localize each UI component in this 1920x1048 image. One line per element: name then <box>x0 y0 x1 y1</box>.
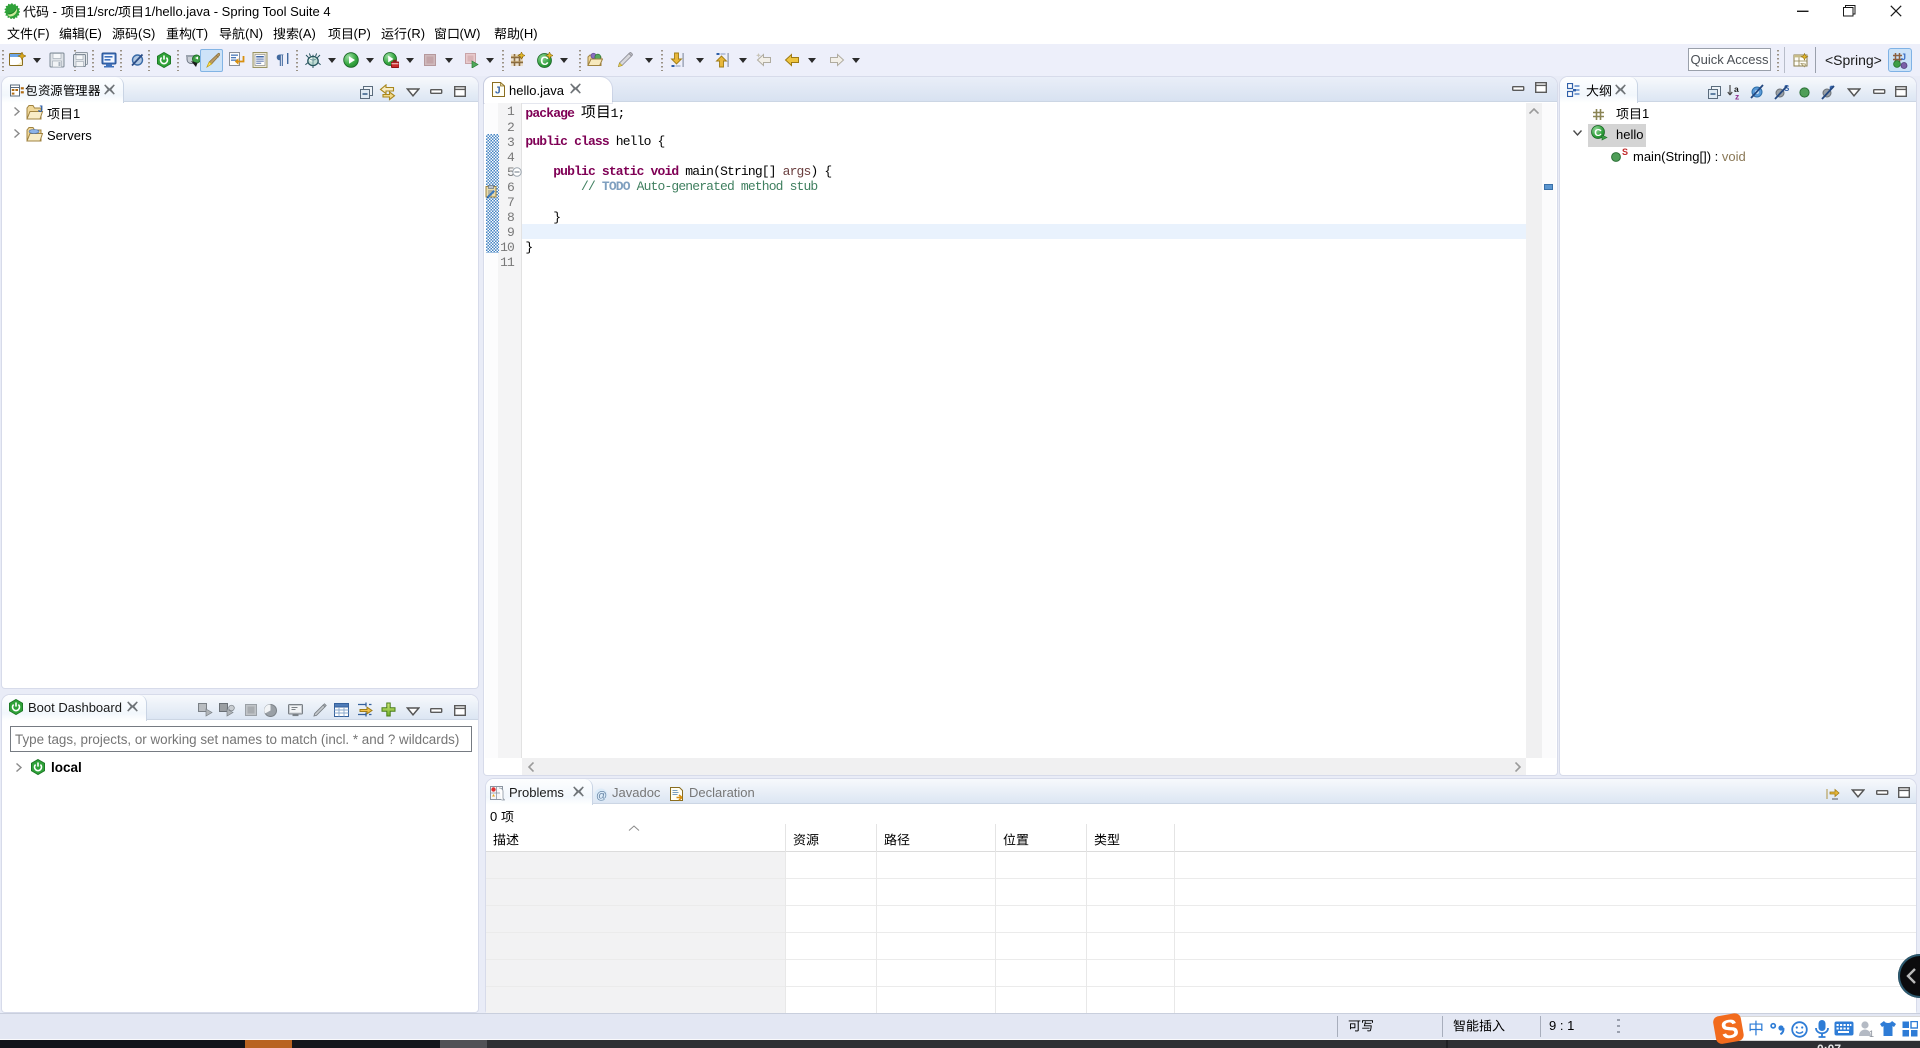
svg-text:J: J <box>1901 52 1906 62</box>
svg-text:@: @ <box>596 790 607 802</box>
svg-text:¶: ¶ <box>276 52 284 66</box>
svg-text:z: z <box>1735 92 1739 101</box>
svg-text:J: J <box>38 104 43 114</box>
svg-text:C: C <box>540 56 548 68</box>
svg-text:J: J <box>495 86 501 97</box>
svg-text:C: C <box>1594 127 1602 139</box>
svg-text:1: 1 <box>1869 1029 1874 1038</box>
